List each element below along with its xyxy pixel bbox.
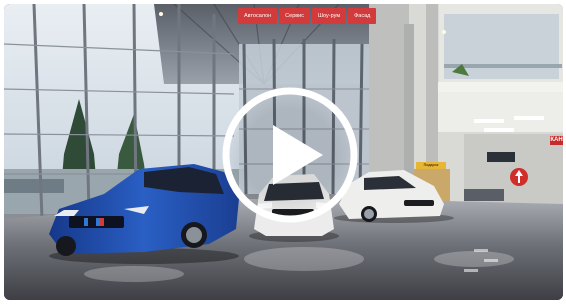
nav-item-facade[interactable]: Фасад (348, 8, 377, 24)
play-icon (222, 87, 358, 223)
nav-item-showroom[interactable]: Шоу-рум (312, 8, 347, 24)
nav-item-autosalon[interactable]: Автосалон (238, 8, 278, 24)
panorama-viewer[interactable]: Автосалон Сервис Шоу-рум Фасад Подарок К… (0, 0, 566, 304)
tour-nav: Автосалон Сервис Шоу-рум Фасад (238, 8, 377, 24)
brand-sign: КАН (550, 136, 563, 145)
promo-sign: Подарок (416, 162, 446, 169)
panorama-card[interactable]: Автосалон Сервис Шоу-рум Фасад Подарок К… (4, 4, 563, 300)
nav-item-service[interactable]: Сервис (279, 8, 311, 24)
play-button[interactable] (220, 85, 360, 225)
